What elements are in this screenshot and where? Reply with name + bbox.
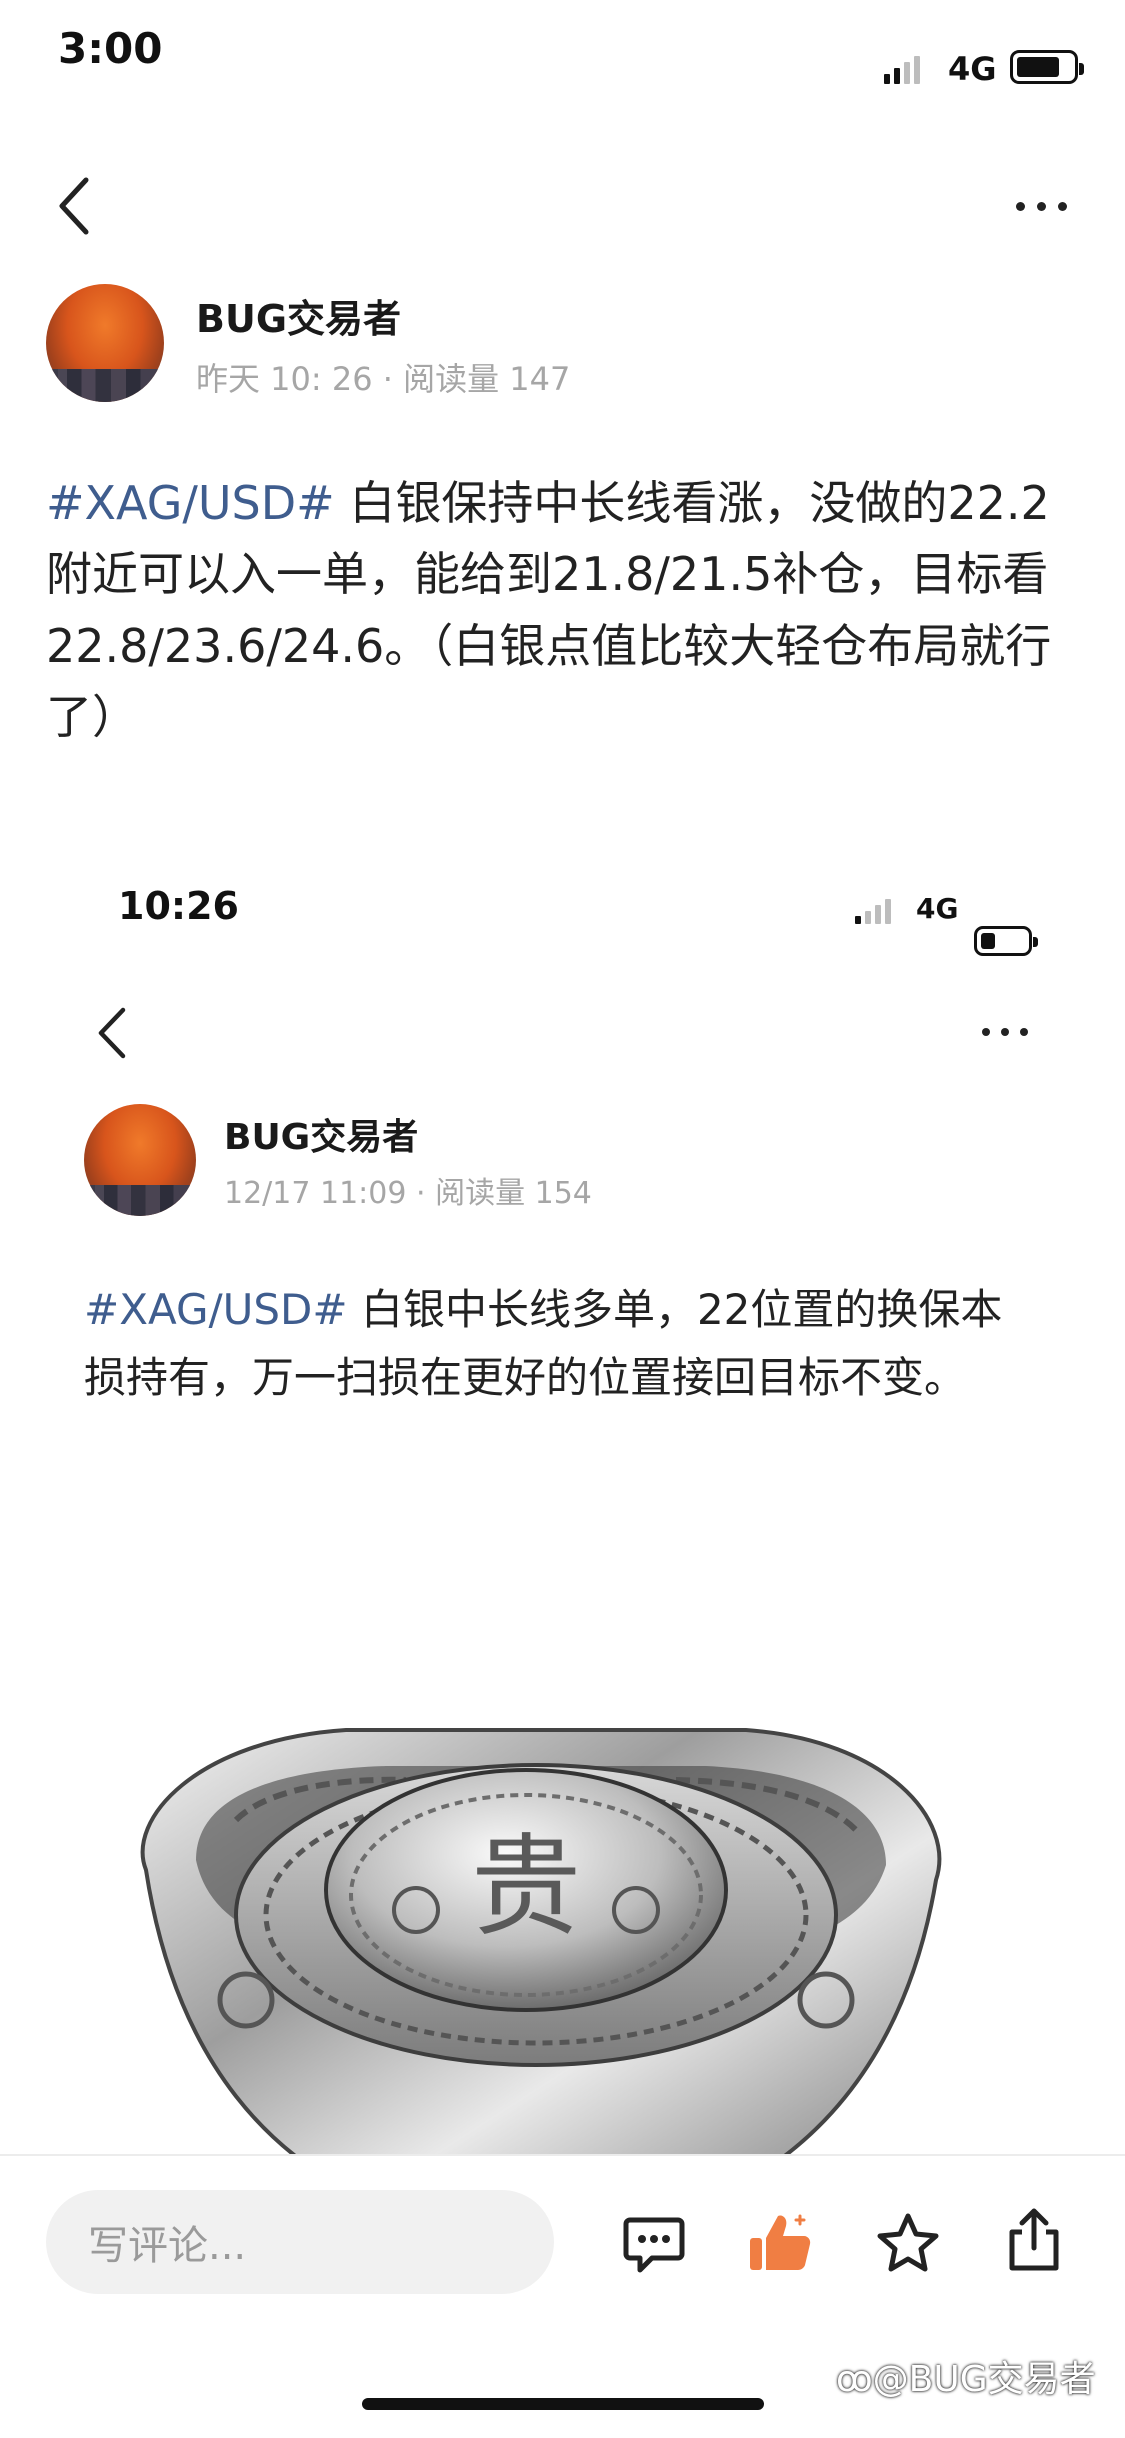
watermark: ꝏ@BUG交易者 [836, 2350, 1096, 2402]
embedded-author-name: BUG交易者 [224, 1117, 419, 1158]
back-icon[interactable] [56, 176, 92, 236]
embedded-post-text: #XAG/USD# 白银中长线多单，22位置的换保本损持有，万一扫损在更好的位置… [84, 1276, 1044, 1412]
network-label: 4G [948, 50, 997, 88]
like-icon[interactable] [746, 2210, 816, 2274]
signal-icon [884, 52, 920, 84]
author-name[interactable]: BUG交易者 [196, 288, 401, 343]
post-time: 昨天 10: 26 [196, 360, 373, 398]
watermark-text: @BUG交易者 [872, 2359, 1096, 2400]
embedded-avatar [84, 1104, 196, 1216]
post-text: #XAG/USD# 白银保持中长线看涨，没做的22.2附近可以入一单，能给到21… [46, 468, 1076, 753]
star-icon[interactable] [876, 2212, 940, 2274]
silver-ingot-image[interactable]: 贵 [86, 1700, 986, 2155]
embedded-more-icon [982, 1028, 1028, 1036]
topic-tag[interactable]: #XAG/USD# [46, 476, 335, 530]
embedded-read-count: 阅读量 154 [435, 1176, 592, 1211]
watermark-logo: ꝏ [836, 2359, 873, 2400]
more-icon[interactable] [1016, 202, 1067, 211]
share-icon[interactable] [1004, 2206, 1064, 2274]
embedded-post-meta: 12/17 11:09 · 阅读量 154 [224, 1168, 592, 1212]
status-time: 3:00 [58, 24, 163, 73]
comment-icon[interactable] [622, 2214, 686, 2276]
embedded-battery-icon [974, 926, 1038, 956]
post-meta: 昨天 10: 26 · 阅读量 147 [196, 354, 570, 400]
home-indicator[interactable] [362, 2398, 764, 2410]
embedded-signal-icon [855, 898, 891, 924]
comment-placeholder: 写评论... [88, 2223, 247, 2269]
battery-icon [1010, 50, 1084, 84]
ingot-character: 贵 [471, 1823, 581, 1951]
read-count: 阅读量 147 [403, 360, 571, 398]
embedded-network-label: 4G [916, 892, 959, 925]
embedded-post-time: 12/17 11:09 [224, 1176, 407, 1211]
embedded-meta-separator: · [416, 1176, 436, 1211]
embedded-topic-tag: #XAG/USD# [84, 1285, 348, 1334]
embedded-back-icon [98, 1007, 126, 1059]
embedded-status-time: 10:26 [118, 884, 239, 928]
avatar[interactable] [46, 284, 164, 402]
comment-input[interactable]: 写评论... [46, 2190, 554, 2294]
meta-separator: · [382, 360, 404, 398]
